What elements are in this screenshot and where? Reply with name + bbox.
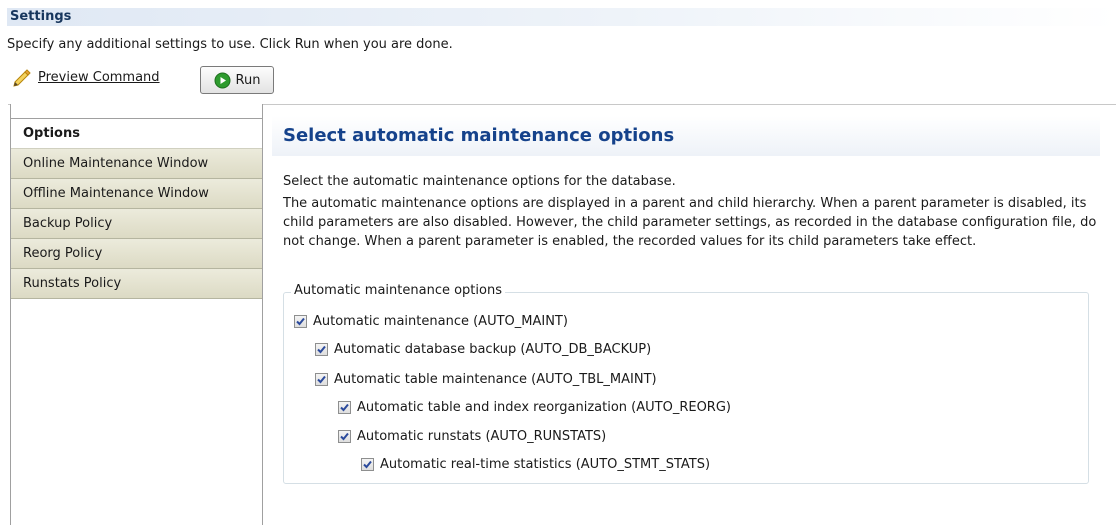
checkbox-label: Automatic database backup (AUTO_DB_BACKU… bbox=[334, 341, 652, 357]
checkbox-label: Automatic table and index reorganization… bbox=[357, 399, 731, 415]
checkbox-label: Automatic table maintenance (AUTO_TBL_MA… bbox=[334, 371, 657, 387]
intro-text: Select the automatic maintenance options… bbox=[283, 174, 676, 189]
sidebar: Options Online Maintenance Window Offlin… bbox=[10, 104, 263, 525]
run-label: Run bbox=[235, 72, 261, 88]
checkbox-auto-stmt-stats[interactable]: Automatic real-time statistics (AUTO_STM… bbox=[361, 454, 710, 474]
preview-command-label: Preview Command bbox=[38, 69, 160, 85]
checkbox-auto-runstats[interactable]: Automatic runstats (AUTO_RUNSTATS) bbox=[338, 426, 606, 446]
preview-command-link[interactable]: Preview Command bbox=[12, 67, 160, 87]
checkbox-auto-tbl-maint[interactable]: Automatic table maintenance (AUTO_TBL_MA… bbox=[315, 369, 657, 389]
checkbox-label: Automatic maintenance (AUTO_MAINT) bbox=[313, 313, 568, 329]
content-panel: Select automatic maintenance options Sel… bbox=[272, 104, 1116, 525]
checkbox-label: Automatic real-time statistics (AUTO_STM… bbox=[380, 456, 711, 472]
settings-header: Settings Specify any additional settings… bbox=[0, 0, 1116, 104]
content-header: Select automatic maintenance options bbox=[272, 116, 1100, 156]
checkbox-checked-icon[interactable] bbox=[315, 372, 328, 386]
checkbox-auto-reorg[interactable]: Automatic table and index reorganization… bbox=[338, 397, 731, 417]
sidebar-item-online-maintenance-window[interactable]: Online Maintenance Window bbox=[11, 149, 262, 179]
group-legend: Automatic maintenance options bbox=[291, 283, 505, 298]
checkbox-checked-icon[interactable] bbox=[338, 400, 351, 414]
checkbox-label: Automatic runstats (AUTO_RUNSTATS) bbox=[357, 428, 607, 444]
sidebar-item-runstats-policy[interactable]: Runstats Policy bbox=[11, 269, 262, 299]
run-icon bbox=[214, 72, 231, 89]
page-title: Select automatic maintenance options bbox=[283, 125, 675, 146]
run-button[interactable]: Run bbox=[200, 66, 274, 94]
checkbox-checked-icon[interactable] bbox=[338, 429, 351, 443]
checkbox-checked-icon[interactable] bbox=[294, 314, 307, 328]
sidebar-top-strip bbox=[11, 104, 262, 119]
sidebar-item-backup-policy[interactable]: Backup Policy bbox=[11, 209, 262, 239]
settings-description: Specify any additional settings to use. … bbox=[7, 37, 453, 52]
checkbox-auto-db-backup[interactable]: Automatic database backup (AUTO_DB_BACKU… bbox=[315, 339, 651, 359]
maintenance-options-group: Automatic maintenance options Automatic … bbox=[283, 283, 1089, 484]
pencil-icon bbox=[12, 67, 32, 87]
checkbox-checked-icon[interactable] bbox=[315, 342, 328, 356]
checkbox-auto-maint[interactable]: Automatic maintenance (AUTO_MAINT) bbox=[294, 311, 568, 331]
settings-title: Settings bbox=[7, 8, 1116, 26]
checkbox-checked-icon[interactable] bbox=[361, 457, 374, 471]
sidebar-item-reorg-policy[interactable]: Reorg Policy bbox=[11, 239, 262, 269]
sidebar-item-offline-maintenance-window[interactable]: Offline Maintenance Window bbox=[11, 179, 262, 209]
details-text: The automatic maintenance options are di… bbox=[283, 196, 1097, 249]
sidebar-item-options[interactable]: Options bbox=[11, 119, 262, 149]
